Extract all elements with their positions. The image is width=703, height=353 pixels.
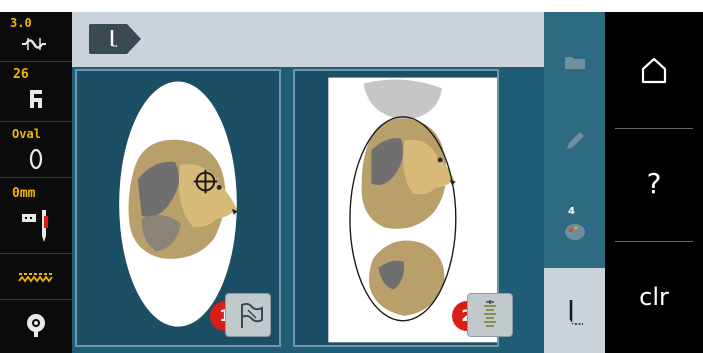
- move-to-start-button[interactable]: [225, 293, 271, 337]
- hoop-oval-icon: [29, 148, 43, 170]
- presser-foot-setting[interactable]: 26: [0, 62, 72, 122]
- needle-tag-button[interactable]: [89, 24, 141, 54]
- clear-button[interactable]: clr: [605, 242, 703, 352]
- help-label: ?: [646, 167, 662, 200]
- home-icon: [641, 57, 667, 84]
- header-strip: [72, 12, 544, 67]
- presser-foot-value: 26: [13, 67, 29, 82]
- design-preview-right[interactable]: 2: [293, 69, 513, 347]
- clear-label: clr: [639, 283, 669, 311]
- stitch-mode-button[interactable]: [544, 268, 605, 353]
- needle-position-icon: [22, 210, 48, 242]
- stitch-length-value: 3.0: [10, 16, 32, 30]
- thread-cutter-icon: [484, 300, 496, 327]
- thread-cut-button[interactable]: [467, 293, 513, 337]
- left-sidebar: 3.0 26 Oval 0mm: [0, 12, 72, 353]
- command-bar: ? clr: [605, 12, 703, 353]
- feed-dog-setting[interactable]: [0, 254, 72, 300]
- folder-icon[interactable]: [564, 54, 586, 70]
- hoop-setting[interactable]: Oval: [0, 122, 72, 178]
- tool-column: 4: [544, 12, 605, 353]
- needle-position-setting[interactable]: 0mm: [0, 178, 72, 254]
- stitch-length-icon: [22, 38, 46, 50]
- design-preview-left[interactable]: 1: [75, 69, 281, 347]
- color-count-badge: 4: [568, 206, 575, 217]
- stitch-length-setting[interactable]: 3.0: [0, 12, 72, 62]
- color-palette-icon[interactable]: [564, 222, 586, 242]
- machine-display: 3.0 26 Oval 0mm 4 ? clr: [0, 0, 703, 353]
- main-area: 1: [72, 12, 605, 353]
- presser-foot-icon: [30, 90, 42, 108]
- needle-icon: [569, 300, 583, 325]
- help-button[interactable]: ?: [605, 129, 703, 239]
- flag-icon: [241, 302, 263, 328]
- needle-position-value: 0mm: [12, 186, 36, 201]
- feed-dog-icon: [18, 273, 53, 283]
- edit-pencil-icon[interactable]: [564, 130, 586, 152]
- bobbin-icon: [27, 314, 45, 337]
- bobbin-setting[interactable]: [0, 300, 72, 353]
- home-button[interactable]: [605, 12, 703, 122]
- hoop-value: Oval: [12, 127, 41, 141]
